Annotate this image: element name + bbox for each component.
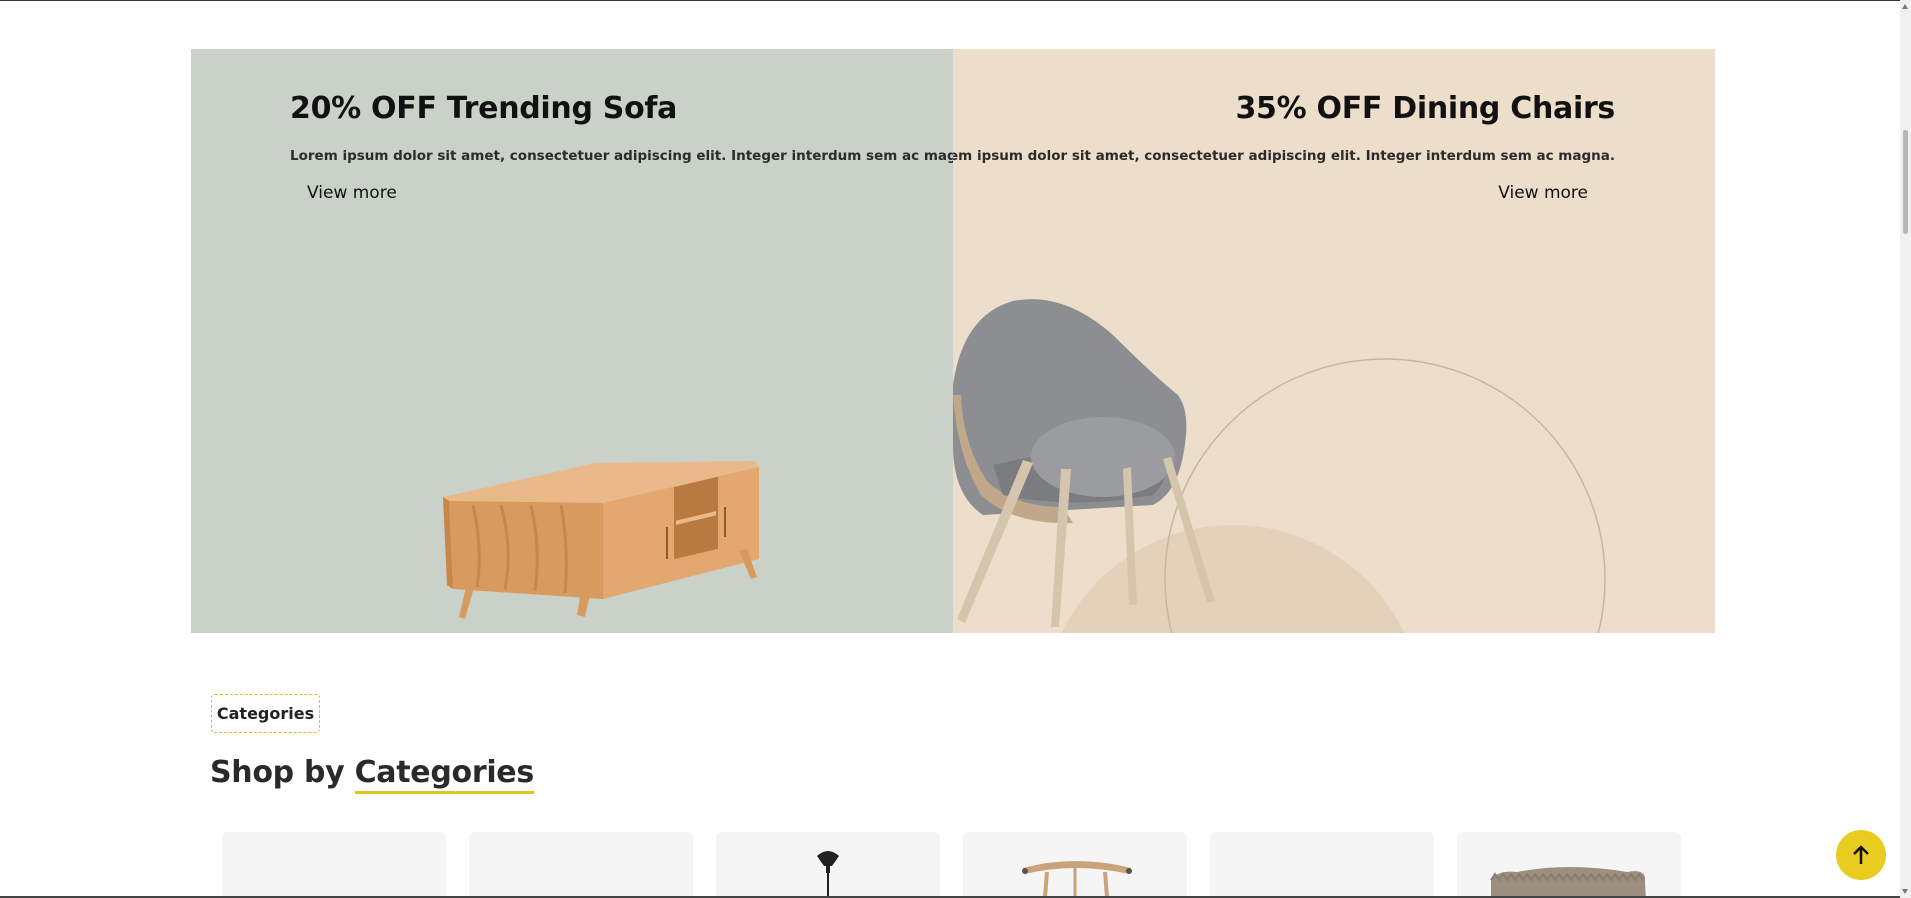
heading-accent: Categories xyxy=(354,755,535,794)
promo-banner-chairs: 35% OFF Dining Chairs Lorem ipsum dolor … xyxy=(953,49,1715,633)
category-card[interactable] xyxy=(222,832,446,898)
category-card[interactable] xyxy=(1210,832,1434,898)
tv-cabinet-illustration xyxy=(443,461,759,619)
armchair-illustration xyxy=(953,299,1215,627)
top-border xyxy=(0,0,1911,1)
scroll-to-top-button[interactable] xyxy=(1836,830,1886,880)
wooden-chair-icon xyxy=(1022,861,1132,898)
pendant-lamp-icon xyxy=(817,851,839,898)
promo-banner-sofa: 20% OFF Trending Sofa Lorem ipsum dolor … xyxy=(191,49,953,633)
category-card-cushion[interactable] xyxy=(1457,832,1681,898)
arrow-up-icon xyxy=(1853,845,1869,864)
cushion-icon xyxy=(1490,867,1646,898)
page-scrollbar[interactable] xyxy=(1900,0,1911,898)
promo-title: 20% OFF Trending Sofa xyxy=(290,91,678,126)
scrollbar-thumb[interactable] xyxy=(1903,130,1908,234)
promo-text: Lorem ipsum dolor sit amet, consectetuer… xyxy=(290,148,953,164)
promo-banners: 20% OFF Trending Sofa Lorem ipsum dolor … xyxy=(191,49,1715,633)
category-card[interactable] xyxy=(469,832,693,898)
scroll-down-icon[interactable] xyxy=(1902,889,1908,894)
category-cards xyxy=(222,832,1681,898)
view-more-link[interactable]: View more xyxy=(307,183,397,203)
category-card-chair[interactable] xyxy=(963,832,1187,898)
categories-tag: Categories xyxy=(211,694,320,733)
scroll-up-icon[interactable] xyxy=(1902,4,1908,9)
section-heading: Shop by Categories xyxy=(210,755,535,794)
category-card-lamp[interactable] xyxy=(716,832,940,898)
heading-prefix: Shop by xyxy=(210,755,345,790)
